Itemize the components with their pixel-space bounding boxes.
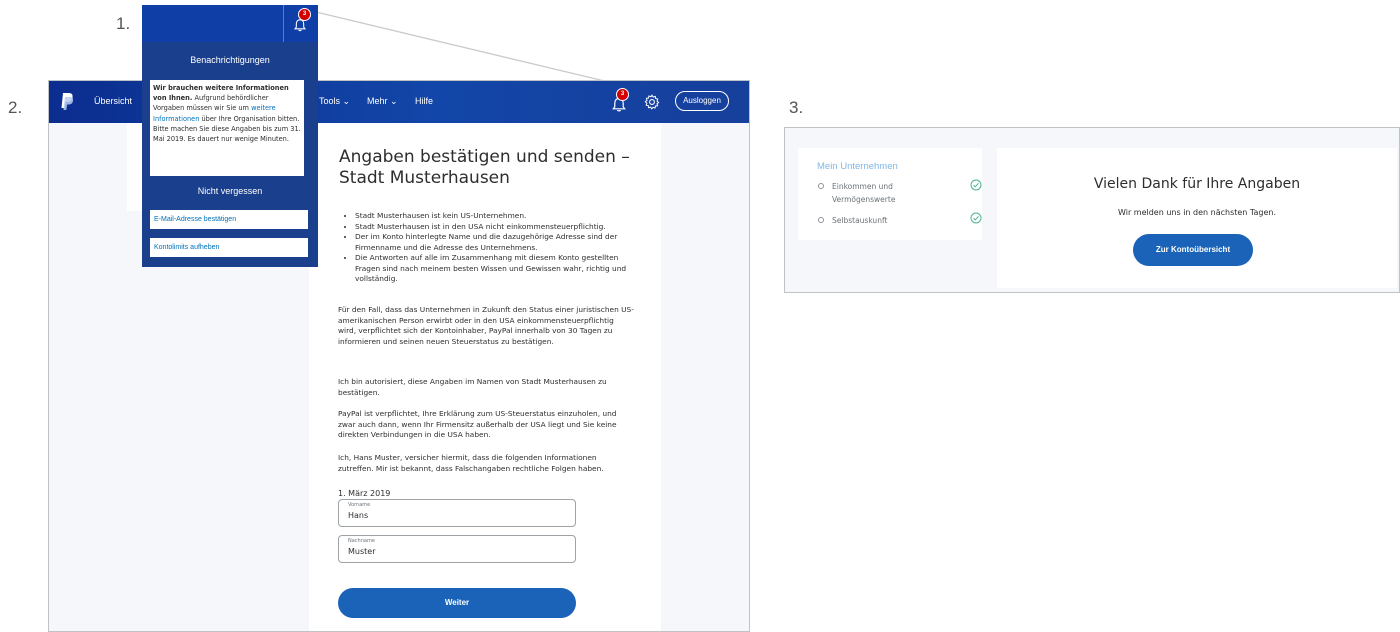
list-item: Der im Konto hinterlegte Name und die da… — [355, 232, 641, 253]
first-name-field[interactable]: Vorname Hans — [338, 499, 576, 527]
notification-message[interactable]: Wir brauchen weitere Informationen von I… — [150, 80, 304, 176]
check-circle-icon — [970, 212, 982, 224]
notifications-button[interactable]: 3 — [609, 88, 631, 115]
confirmation-form-card: Angaben bestätigen und senden – Stadt Mu… — [309, 123, 661, 631]
notification-count-badge: 3 — [616, 88, 629, 101]
thank-you-card: Vielen Dank für Ihre Angaben Wir melden … — [997, 148, 1397, 288]
paragraph-declaration: Ich, Hans Muster, versicher hiermit, das… — [338, 453, 604, 473]
account-overview-button[interactable]: Zur Kontoübersicht — [1133, 234, 1253, 266]
reminders-heading: Nicht vergessen — [197, 186, 263, 196]
reminder-confirm-email[interactable]: E-Mail-Adresse bestätigen — [150, 210, 308, 229]
paragraph-authorization: Ich bin autorisiert, diese Angaben im Na… — [338, 377, 607, 397]
notifications-popup: 3 Benachrichtigungen Wir brauchen weiter… — [142, 5, 318, 267]
paragraph-status-change: Für den Fall, dass das Unternehmen in Zu… — [338, 305, 634, 346]
list-item: Die Antworten auf alle im Zusammenhang m… — [355, 253, 641, 285]
sidebar-item-label: Einkommen und Vermögenswerte — [832, 182, 896, 204]
popup-bell-button[interactable]: 3 — [292, 8, 314, 36]
nav-item-hilfe[interactable]: Hilfe — [415, 96, 433, 106]
chevron-down-icon: ⌄ — [387, 96, 398, 106]
list-item: Stadt Musterhausen ist kein US-Unternehm… — [355, 211, 641, 222]
signature-date: 1. März 2019 — [338, 489, 391, 498]
chevron-down-icon: ⌄ — [340, 96, 351, 106]
statement-list: Stadt Musterhausen ist kein US-Unternehm… — [345, 211, 641, 285]
thank-you-title: Vielen Dank für Ihre Angaben — [1093, 176, 1301, 192]
list-item: Stadt Musterhausen ist in den USA nicht … — [355, 222, 641, 233]
nav-item-mehr-label: Mehr — [367, 96, 388, 106]
nav-item-mehr[interactable]: Mehr ⌄ — [367, 96, 398, 107]
divider — [283, 5, 284, 42]
nav-item-uebersicht[interactable]: Übersicht — [94, 96, 132, 106]
bullet-icon — [818, 217, 824, 223]
company-progress-sidebar: Mein Unternehmen Einkommen und Vermögens… — [798, 148, 982, 240]
page-title: Angaben bestätigen und senden – Stadt Mu… — [339, 147, 630, 188]
paypal-logo-icon[interactable] — [61, 93, 73, 110]
gear-icon[interactable] — [644, 94, 660, 110]
first-name-value: Hans — [348, 511, 369, 520]
notifications-heading: Benachrichtigungen — [190, 55, 270, 65]
bullet-icon — [818, 183, 824, 189]
continue-button[interactable]: Weiter — [338, 588, 576, 618]
last-name-field[interactable]: Nachname Muster — [338, 535, 576, 563]
paragraph-paypal-obligation: PayPal ist verpflichtet, Ihre Erklärung … — [338, 409, 617, 439]
thank-you-screen: Mein Unternehmen Einkommen und Vermögens… — [784, 127, 1400, 293]
thank-you-subtitle: Wir melden uns in den nächsten Tagen. — [1118, 208, 1276, 217]
nav-item-tools-label: Tools — [319, 96, 341, 106]
sidebar-item-income[interactable]: Einkommen und Vermögenswerte — [818, 179, 982, 208]
logout-button[interactable]: Ausloggen — [675, 91, 729, 111]
sidebar-item-label: Selbstauskunft — [832, 216, 888, 225]
sidebar-title: Mein Unternehmen — [817, 161, 898, 172]
last-name-value: Muster — [348, 547, 376, 556]
nav-item-tools[interactable]: Tools ⌄ — [319, 96, 350, 107]
notification-count-badge: 3 — [298, 8, 311, 21]
last-name-label: Nachname — [348, 538, 375, 544]
sidebar-item-self-disclosure[interactable]: Selbstauskunft — [818, 212, 982, 228]
first-name-label: Vorname — [348, 502, 371, 508]
check-circle-icon — [970, 179, 982, 191]
reminder-remove-limits[interactable]: Kontolimits aufheben — [150, 238, 308, 257]
